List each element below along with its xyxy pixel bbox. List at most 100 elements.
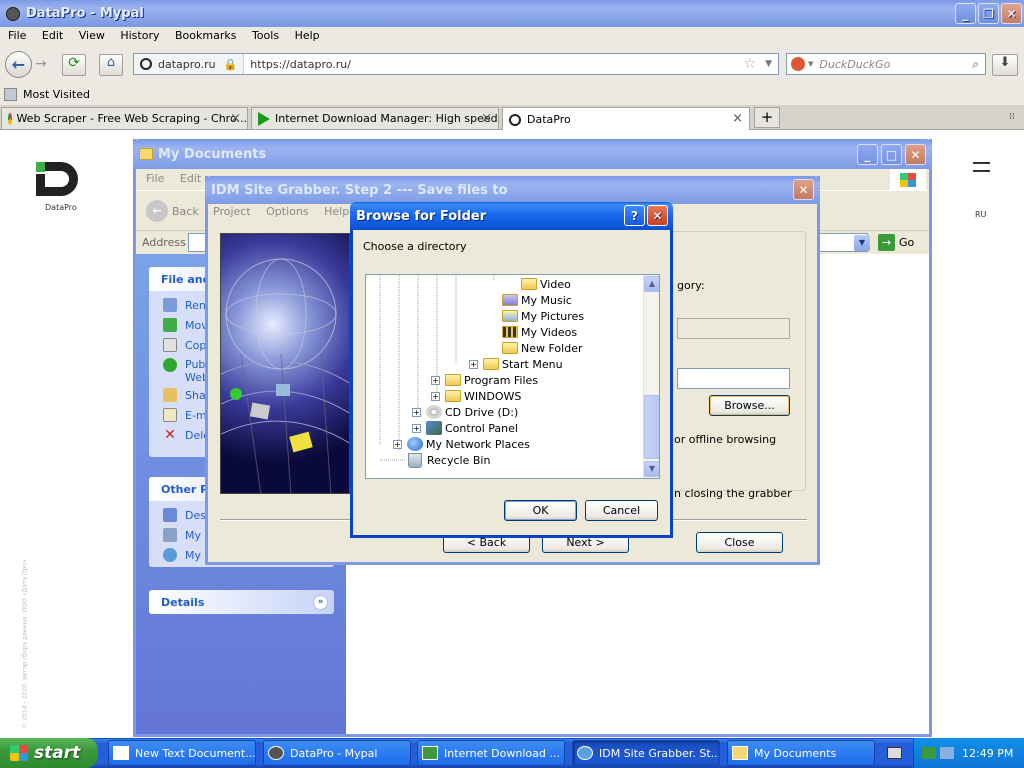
tree-scrollbar[interactable]: ▲ ▼ (643, 275, 659, 478)
network-tray-icon[interactable] (922, 747, 936, 759)
menu-file[interactable]: File (8, 29, 26, 42)
publish-icon (163, 358, 177, 372)
site-identity[interactable]: datapro.ru 🔒 (134, 54, 245, 74)
new-tab-button[interactable]: + (754, 107, 780, 128)
expand-icon[interactable]: + (393, 439, 402, 449)
expand-icon[interactable]: + (431, 375, 440, 385)
search-box[interactable]: ▼ DuckDuckGo ⌕ (786, 53, 986, 75)
maximize-button[interactable]: □ (881, 144, 902, 165)
url-text[interactable]: https://datapro.ru/ (250, 58, 351, 71)
tab-close-icon[interactable]: × (230, 111, 241, 126)
tree-item-control-panel[interactable]: + Control Panel (412, 420, 518, 436)
url-bar[interactable]: datapro.ru 🔒 https://datapro.ru/ ☆ ▼ (133, 53, 779, 75)
tree-item-new-folder[interactable]: New Folder (502, 340, 582, 356)
expand-icon[interactable]: + (469, 359, 478, 369)
search-icon[interactable]: ⌕ (972, 57, 979, 72)
bookmark-star-icon[interactable]: ☆ (743, 56, 756, 72)
tree-item-program-files[interactable]: + Program Files (431, 372, 538, 388)
help-button[interactable]: ? (624, 205, 645, 226)
menu-view[interactable]: View (79, 29, 105, 42)
save-options-group (666, 231, 806, 491)
browse-button[interactable]: Browse... (709, 395, 790, 416)
share-task[interactable]: Shar (163, 388, 210, 402)
tab-idm[interactable]: Internet Download Manager: High speed ..… (251, 107, 499, 129)
volume-tray-icon[interactable] (940, 747, 954, 759)
expand-icon[interactable]: + (431, 391, 440, 401)
cancel-button[interactable]: Cancel (585, 500, 658, 521)
close-button[interactable]: ✕ (1001, 3, 1022, 24)
ok-button[interactable]: OK (504, 500, 577, 521)
duckduckgo-icon[interactable] (791, 57, 805, 71)
forward-button[interactable]: → (35, 56, 47, 72)
language-switch[interactable]: RU (975, 210, 986, 219)
menu-edit[interactable]: Edit (180, 172, 201, 185)
tree-item-my-videos[interactable]: My Videos (502, 324, 577, 340)
close-button[interactable]: ✕ (793, 179, 814, 200)
tab-datapro[interactable]: DataPro × (502, 107, 750, 131)
tab-close-icon[interactable]: × (481, 111, 492, 126)
scroll-up-icon[interactable]: ▲ (644, 276, 659, 292)
expand-chevron-icon[interactable]: » (313, 594, 328, 610)
address-dropdown-icon[interactable]: ▼ (854, 235, 870, 251)
tree-item-start-menu[interactable]: + Start Menu (469, 356, 563, 372)
publish-task[interactable]: Publ Web (163, 358, 209, 384)
datapro-logo[interactable] (36, 162, 80, 196)
details-panel[interactable]: Details » (149, 590, 334, 614)
downloads-button[interactable]: ⬇ (992, 54, 1018, 76)
expand-icon[interactable]: + (412, 407, 421, 417)
menu-tools[interactable]: Tools (252, 29, 279, 42)
browser-titlebar: DataPro - Mypal _ ❐ ✕ (0, 0, 1024, 27)
tab-web-scraper[interactable]: Web Scraper - Free Web Scraping - Chro..… (1, 107, 248, 129)
menu-bookmarks[interactable]: Bookmarks (175, 29, 236, 42)
computer-icon (163, 528, 177, 542)
minimize-button[interactable]: _ (955, 3, 976, 24)
taskbar-item-my-documents[interactable]: My Documents (727, 740, 875, 766)
close-grabber-button[interactable]: Close (696, 532, 783, 553)
taskbar-item-mypal[interactable]: DataPro - Mypal (263, 740, 411, 766)
menu-edit[interactable]: Edit (42, 29, 63, 42)
search-engine-dropdown-icon[interactable]: ▼ (808, 60, 813, 68)
tree-item-network-places[interactable]: + My Network Places (393, 436, 530, 452)
menu-project[interactable]: Project (213, 205, 251, 218)
category-field[interactable] (677, 318, 790, 339)
choose-directory-label: Choose a directory (363, 240, 467, 253)
save-path-field[interactable] (677, 368, 790, 389)
system-tray: 12:49 PM (913, 738, 1024, 768)
tree-item-cd-drive[interactable]: + CD Drive (D:) (412, 404, 518, 420)
menu-options[interactable]: Options (266, 205, 308, 218)
scroll-down-icon[interactable]: ▼ (644, 461, 659, 477)
reload-button[interactable]: ⟳ (62, 54, 86, 76)
menu-file[interactable]: File (146, 172, 164, 185)
most-visited-link[interactable]: Most Visited (23, 88, 90, 101)
hamburger-icon[interactable] (973, 162, 990, 172)
taskbar-item-text-document[interactable]: New Text Document.... (108, 740, 256, 766)
url-dropdown-icon[interactable]: ▼ (765, 59, 772, 69)
delete-task[interactable]: ✕ Dele (163, 428, 210, 442)
menu-help[interactable]: Help (295, 29, 320, 42)
go-button[interactable]: → Go (878, 234, 914, 251)
start-button[interactable]: start (0, 738, 98, 768)
folder-tree[interactable]: Video My Music My Pictures My Videos New… (365, 274, 660, 479)
scroll-thumb[interactable] (644, 395, 659, 459)
tab-list-icon[interactable]: ⁞⁞ (1009, 112, 1015, 122)
close-button[interactable]: ✕ (905, 144, 926, 165)
tree-item-video[interactable]: Video (521, 276, 571, 292)
close-button[interactable]: ✕ (647, 205, 668, 226)
tab-close-icon[interactable]: × (732, 111, 743, 126)
tree-item-windows[interactable]: + WINDOWS (431, 388, 521, 404)
move-task[interactable]: Mov (163, 318, 208, 332)
expand-icon[interactable]: + (412, 423, 421, 433)
tree-item-my-music[interactable]: My Music (502, 292, 572, 308)
taskbar-item-site-grabber[interactable]: IDM Site Grabber. St... (572, 740, 720, 766)
taskbar-item-idm[interactable]: Internet Download ... (417, 740, 565, 766)
tree-item-my-pictures[interactable]: My Pictures (502, 308, 584, 324)
minimize-button[interactable]: _ (857, 144, 878, 165)
back-button[interactable]: ← (5, 51, 32, 78)
back-button[interactable]: ← Back (146, 200, 199, 222)
home-button[interactable]: ⌂ (99, 54, 123, 76)
keyboard-icon[interactable] (887, 747, 902, 759)
tree-item-recycle-bin[interactable]: Recycle Bin (408, 452, 490, 468)
menu-history[interactable]: History (120, 29, 159, 42)
restore-button[interactable]: ❐ (978, 3, 999, 24)
menu-help[interactable]: Help (324, 205, 349, 218)
